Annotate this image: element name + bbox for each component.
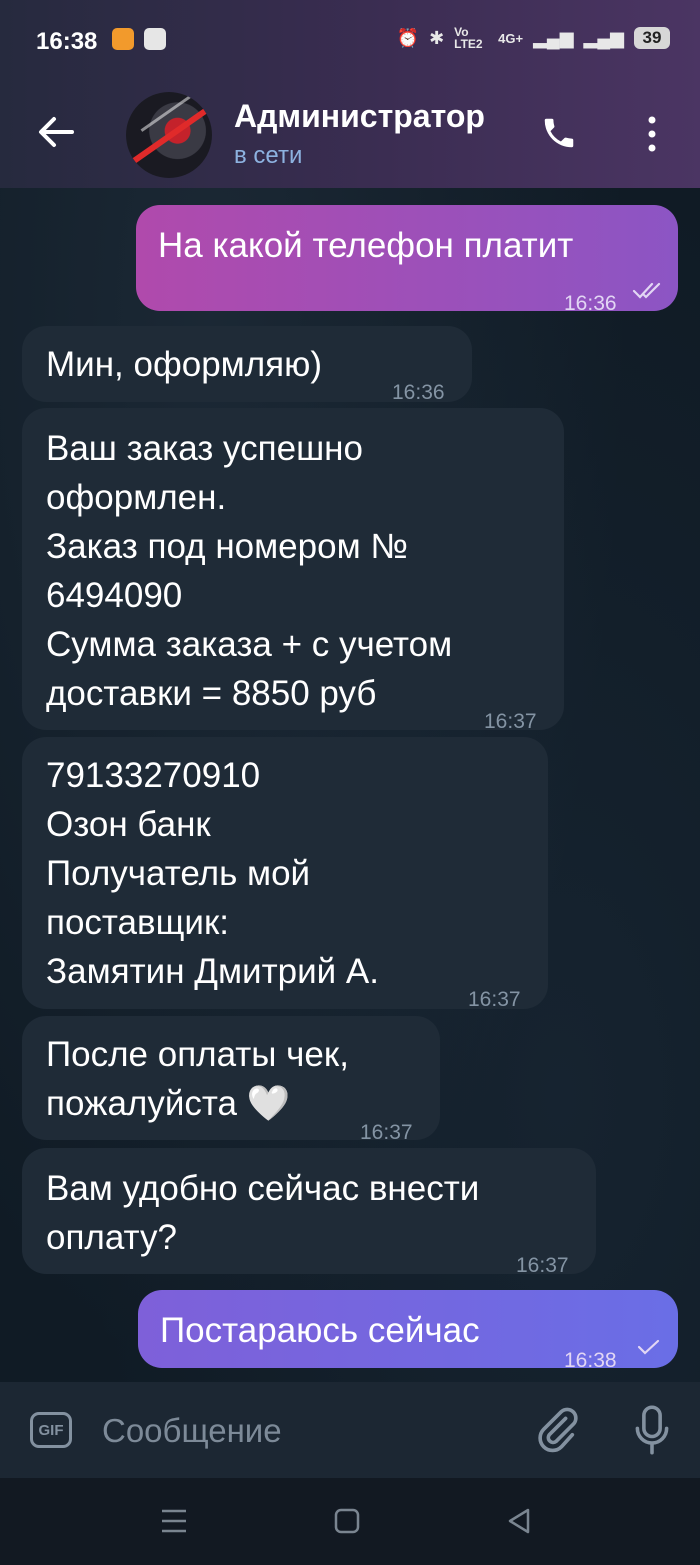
message-text: На какой телефон платит [158,226,574,265]
recent-apps-icon[interactable] [160,1508,188,1534]
message-text: Мин, оформляю) [46,345,323,384]
microphone-icon[interactable] [632,1404,672,1456]
message-outgoing[interactable]: На какой телефон платит 16:36 [136,205,678,315]
back-nav-icon[interactable] [506,1508,532,1534]
status-time: 16:38 [36,28,98,55]
battery-indicator: 39 [634,27,670,49]
message-time: 16:38 [564,1349,617,1372]
signal-icon-2: ▂▄▆ [583,27,624,48]
status-bar: 16:38 ⏰ ✱ Vo LTE2 4G+ ▂▄▆ ▂▄▆ 39 [0,0,700,80]
bluetooth-icon: ✱ [429,27,445,48]
message-text: После оплаты чек, пожалуйста 🤍 [46,1035,349,1123]
message-input[interactable] [100,1408,504,1454]
message-time: 16:37 [468,988,521,1011]
message-text: Постараюсь сейчас [160,1311,480,1350]
check-icon [637,1339,660,1355]
message-outgoing[interactable]: Постараюсь сейчас 16:38 [138,1290,678,1372]
volte-label: Vo LTE2 [454,25,483,51]
attach-icon[interactable] [534,1404,580,1454]
message-incoming[interactable]: После оплаты чек, пожалуйста 🤍 16:37 [22,1016,440,1144]
home-icon[interactable] [334,1508,360,1534]
more-options-icon[interactable] [642,114,662,154]
alarm-icon: ⏰ [396,27,420,48]
message-time: 16:37 [516,1254,569,1277]
status-icons: ⏰ ✱ Vo LTE2 4G+ ▂▄▆ ▂▄▆ 39 [397,26,670,50]
message-text: Вам удобно сейчас внести оплату? [46,1169,480,1257]
gif-button[interactable]: GIF [30,1412,72,1448]
message-incoming[interactable]: 79133270910 Озон банк Получатель мой пос… [22,737,548,1011]
message-text: 79133270910 Озон банк Получатель мой пос… [46,756,379,991]
phone-call-icon[interactable] [540,114,578,152]
signal-icon: ▂▄▆ [533,27,574,48]
back-arrow-icon[interactable] [36,112,76,152]
contact-avatar[interactable] [126,92,212,178]
message-incoming[interactable]: Ваш заказ успешно оформлен. Заказ под но… [22,408,564,733]
message-incoming[interactable]: Мин, оформляю) 16:36 [22,326,472,404]
contact-name[interactable]: Администратор [234,98,485,135]
message-time: 16:36 [564,292,617,315]
message-text: Ваш заказ успешно оформлен. Заказ под но… [46,429,453,713]
message-incoming[interactable]: Вам удобно сейчас внести оплату? 16:37 [22,1148,596,1277]
network-type: 4G+ [498,30,524,46]
contact-status: в сети [234,142,303,169]
app-notification-icon [112,28,134,50]
app-notification-icon-2 [144,28,166,50]
chat-header: 16:38 ⏰ ✱ Vo LTE2 4G+ ▂▄▆ ▂▄▆ 39 Админис… [0,0,700,188]
double-check-icon [632,282,661,299]
